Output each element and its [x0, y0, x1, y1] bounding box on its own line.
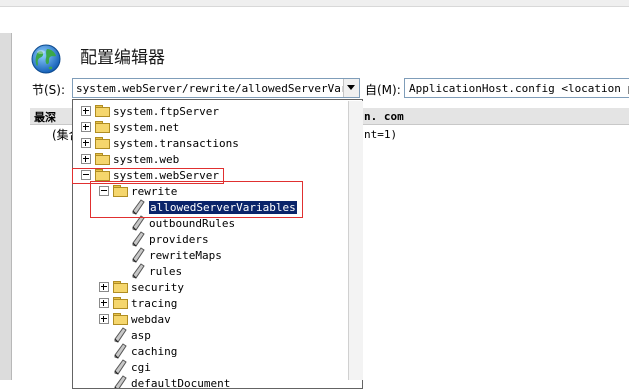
tree-item-label: system.transactions [113, 137, 239, 150]
tree-item-label: rewriteMaps [149, 249, 222, 262]
expand-icon[interactable] [81, 138, 91, 148]
top-toolbar-strip [0, 0, 629, 7]
tree-item-label: caching [131, 345, 178, 358]
tree-item[interactable]: providers [73, 231, 348, 247]
highlight-box-rewrite [90, 181, 303, 218]
tree-item-label: system.net [113, 121, 180, 134]
tree-item-label: rules [149, 265, 183, 278]
folder-icon [95, 105, 110, 117]
header-text: 最深 [34, 111, 56, 124]
folder-icon [95, 137, 110, 149]
tree-item-label: security [131, 281, 184, 294]
left-pane-edge [0, 33, 12, 380]
tree-item[interactable]: asp [73, 327, 348, 343]
section-dropdown-tree[interactable]: system.ftpServer system.net system.transac… [72, 99, 363, 389]
tree-item[interactable]: system.web [73, 151, 348, 167]
pen-icon [113, 327, 127, 343]
expand-icon[interactable] [99, 314, 109, 324]
from-field[interactable]: ApplicationHost.config <location path [404, 78, 629, 98]
tree-item[interactable]: tracing [73, 295, 348, 311]
page-title: 配置编辑器 [80, 48, 165, 68]
tree-item-label: webdav [131, 313, 171, 326]
folder-icon [113, 297, 128, 309]
tree-item[interactable]: system.ftpServer [73, 103, 348, 119]
folder-icon [113, 281, 128, 293]
section-value: system.webServer/rewrite/allowedServerVa… [76, 82, 344, 95]
tree-item[interactable]: cgi [73, 359, 348, 375]
pen-icon [113, 359, 127, 375]
expand-icon[interactable] [81, 154, 91, 164]
tree-item-label: asp [131, 329, 151, 342]
section-combobox[interactable]: system.webServer/rewrite/allowedServerVa… [72, 78, 360, 98]
pen-icon [131, 263, 145, 279]
tree-item[interactable]: system.net [73, 119, 348, 135]
collection-row-fragment: nt=1) [364, 128, 398, 141]
tree-item[interactable]: system.transactions [73, 135, 348, 151]
expand-icon[interactable] [81, 106, 91, 116]
tree-item-label: tracing [131, 297, 178, 310]
tree-item-label: system.ftpServer [113, 105, 219, 118]
pen-icon [131, 247, 145, 263]
expand-icon[interactable] [99, 282, 109, 292]
pen-icon [113, 343, 127, 359]
expand-icon[interactable] [81, 122, 91, 132]
header-fragment: n. com [364, 110, 404, 123]
tree-item-label: cgi [131, 361, 151, 374]
pen-icon [113, 375, 127, 388]
tree-item-label: system.web [113, 153, 180, 166]
pen-icon [131, 231, 145, 247]
tree-scrollbar[interactable] [348, 101, 363, 380]
tree-item-label: outboundRules [149, 217, 236, 230]
tree-item[interactable]: rules [73, 263, 348, 279]
tree-item[interactable]: webdav [73, 311, 348, 327]
tree-item[interactable]: security [73, 279, 348, 295]
expand-icon[interactable] [99, 298, 109, 308]
chevron-down-icon[interactable] [343, 79, 359, 97]
from-label: 自(M): [365, 83, 401, 97]
tree-item-label: defaultDocument [131, 377, 231, 389]
tree-item[interactable]: defaultDocument [73, 375, 348, 389]
folder-icon [113, 313, 128, 325]
folder-icon [95, 153, 110, 165]
section-label: 节(S): [32, 83, 66, 97]
tree-item[interactable]: rewriteMaps [73, 247, 348, 263]
globe-icon [30, 43, 62, 75]
tree-item[interactable]: caching [73, 343, 348, 359]
folder-icon [95, 121, 110, 133]
tree-item-label: providers [149, 233, 209, 246]
